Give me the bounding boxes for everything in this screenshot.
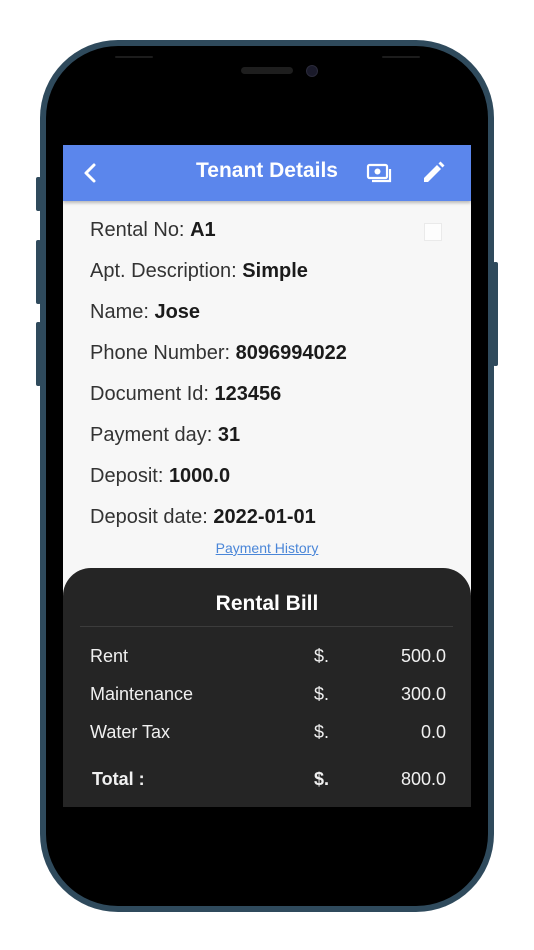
- bill-row-total: Total : $. 800.0: [92, 769, 446, 789]
- earpiece-speaker: [241, 67, 293, 74]
- tenant-details: Rental No: A1 Apt. Description: Simple N…: [90, 219, 430, 547]
- volume-down-button: [36, 322, 41, 386]
- detail-phone-number: Phone Number: 8096994022: [90, 342, 347, 364]
- rental-bill-title: Rental Bill: [215, 592, 319, 615]
- antenna-line-left: [115, 56, 153, 58]
- rental-bill-panel: Rental Bill Rent $. 500.0 Maintenance $.…: [63, 568, 471, 807]
- page-title: Tenant Details: [196, 159, 338, 182]
- app-bar: Tenant Details: [63, 145, 471, 201]
- pencil-icon[interactable]: [419, 159, 447, 187]
- bill-row-water-tax: Water Tax $. 0.0: [90, 722, 446, 742]
- cash-icon[interactable]: [365, 159, 393, 187]
- divider: [80, 626, 453, 627]
- payment-history-link[interactable]: Payment History: [63, 540, 471, 556]
- bill-row-rent: Rent $. 500.0: [90, 646, 446, 666]
- antenna-line-right: [382, 56, 420, 58]
- power-button: [493, 262, 498, 366]
- detail-rental-no: Rental No: A1: [90, 219, 216, 241]
- bill-row-maintenance: Maintenance $. 300.0: [90, 684, 446, 704]
- app-screen: Tenant Details Rental No: A1 Apt. Descri…: [63, 145, 471, 807]
- detail-name: Name: Jose: [90, 301, 201, 323]
- detail-apt-description: Apt. Description: Simple: [90, 260, 308, 282]
- volume-up-button: [36, 240, 41, 304]
- detail-deposit: Deposit: 1000.0: [90, 465, 231, 487]
- detail-payment-day: Payment day: 31: [90, 424, 241, 446]
- front-camera: [306, 65, 318, 77]
- detail-document-id: Document Id: 123456: [90, 383, 282, 405]
- silent-switch: [36, 177, 41, 211]
